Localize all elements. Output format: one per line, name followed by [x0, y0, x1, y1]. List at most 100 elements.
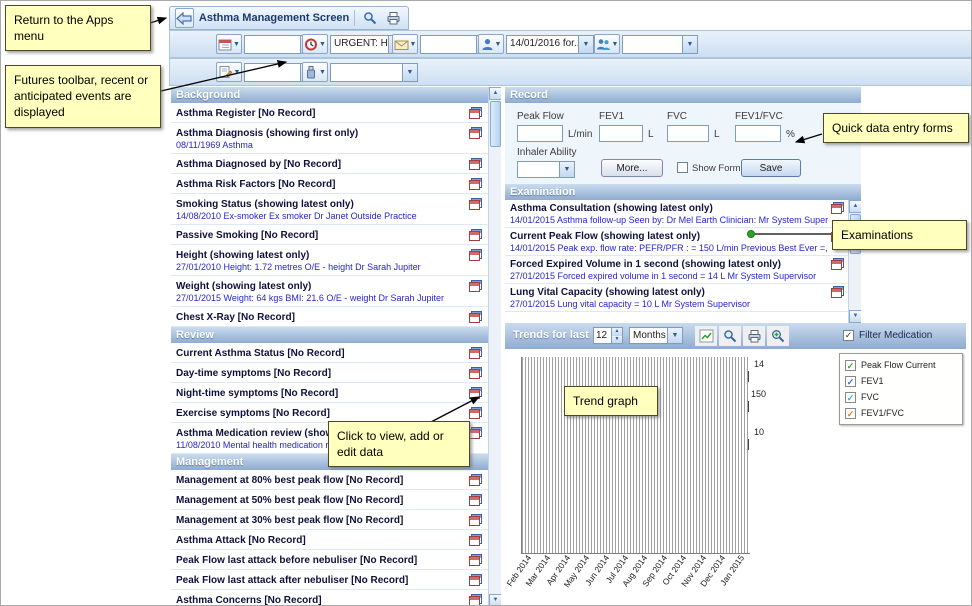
list-item[interactable]: Night-time symptoms [No Record] [171, 383, 488, 403]
view-add-edit-icon[interactable] [469, 474, 482, 486]
back-button[interactable] [175, 8, 194, 28]
view-add-edit-icon[interactable] [469, 178, 482, 190]
mail-icon[interactable]: ▼ [392, 34, 418, 54]
inhaler-ability-select[interactable]: ▼ [517, 161, 575, 178]
fvc-input[interactable] [667, 125, 709, 142]
chevron-down-icon[interactable]: ▼ [682, 36, 697, 53]
patient-appointment-combo[interactable]: 14/01/2016 for... ▼ [506, 35, 594, 54]
view-add-edit-icon[interactable] [469, 280, 482, 292]
list-item[interactable]: Current Peak Flow (showing latest only)1… [505, 228, 848, 256]
spinner-up-icon[interactable]: ▲ [612, 328, 622, 336]
chevron-down-icon[interactable]: ▼ [402, 64, 417, 81]
list-item[interactable]: Height (showing latest only)27/01/2010 H… [171, 245, 488, 276]
peak-flow-input[interactable] [517, 125, 563, 142]
view-add-edit-icon[interactable] [469, 387, 482, 399]
save-button[interactable]: Save [741, 159, 801, 177]
view-add-edit-icon[interactable] [469, 534, 482, 546]
list-item[interactable]: Current Asthma Status [No Record] [171, 343, 488, 363]
list-item[interactable]: Day-time symptoms [No Record] [171, 363, 488, 383]
peak-flow-series-checkbox[interactable]: ✓ [845, 360, 856, 371]
list-item[interactable]: Asthma Diagnosed by [No Record] [171, 154, 488, 174]
alarm-clock-icon[interactable]: ▼ [302, 34, 328, 54]
view-add-edit-icon[interactable] [469, 554, 482, 566]
medication-icon[interactable]: ▼ [302, 62, 328, 82]
printer-icon [747, 329, 762, 343]
view-add-edit-icon[interactable] [831, 202, 844, 214]
list-item[interactable]: Chest X-Ray [No Record] [171, 307, 488, 327]
list-item[interactable]: Forced Expired Volume in 1 second (showi… [505, 256, 848, 284]
chevron-down-icon[interactable]: ▼ [667, 328, 682, 343]
trend-period-spinner[interactable]: 12 ▲▼ [593, 327, 623, 344]
list-item[interactable]: Asthma Diagnosis (showing first only)08/… [171, 123, 488, 154]
fev1-input[interactable] [599, 125, 643, 142]
view-add-edit-icon[interactable] [469, 107, 482, 119]
legend-item[interactable]: ✓ FEV1/FVC [845, 405, 957, 421]
list-item[interactable]: Peak Flow last attack before nebuliser [… [171, 550, 488, 570]
patient-appointment-icon[interactable]: ▼ [478, 34, 504, 54]
more-button[interactable]: More... [601, 159, 663, 177]
show-forms-checkbox[interactable] [677, 162, 688, 173]
view-add-edit-icon[interactable] [469, 494, 482, 506]
list-item[interactable]: Asthma Register [No Record] [171, 103, 488, 123]
list-item[interactable]: Asthma Concerns [No Record] [171, 590, 488, 606]
refresh-chart-button[interactable] [695, 326, 717, 346]
filter-medication-checkbox[interactable]: ✓ [843, 330, 854, 341]
left-panel-scrollbar[interactable]: ▲ ▼ [488, 87, 501, 606]
view-add-edit-icon[interactable] [469, 594, 482, 606]
chevron-down-icon[interactable]: ▼ [578, 36, 593, 53]
list-item[interactable]: Smoking Status (showing latest only)14/0… [171, 194, 488, 225]
medication-combo[interactable]: ▼ [330, 63, 418, 82]
chevron-down-icon[interactable]: ▼ [559, 162, 574, 177]
list-item[interactable]: Management at 50% best peak flow [No Rec… [171, 490, 488, 510]
list-item[interactable]: Asthma Consultation (showing latest only… [505, 200, 848, 228]
list-item[interactable]: Asthma Risk Factors [No Record] [171, 174, 488, 194]
list-item[interactable]: Passive Smoking [No Record] [171, 225, 488, 245]
notes-icon[interactable]: ▼ [216, 62, 242, 82]
view-add-edit-icon[interactable] [469, 347, 482, 359]
view-add-edit-icon[interactable] [469, 311, 482, 323]
scrollbar-thumb[interactable] [490, 101, 501, 147]
print-chart-button[interactable] [743, 326, 765, 346]
view-add-edit-icon[interactable] [469, 574, 482, 586]
legend-item[interactable]: ✓ FVC [845, 389, 957, 405]
search-button[interactable] [360, 8, 379, 28]
view-add-edit-icon[interactable] [469, 249, 482, 261]
list-item[interactable]: Exercise symptoms [No Record] [171, 403, 488, 423]
view-add-edit-icon[interactable] [469, 514, 482, 526]
people-icon[interactable]: ▼ [594, 34, 620, 54]
view-add-edit-icon[interactable] [831, 286, 844, 298]
view-add-edit-icon[interactable] [469, 198, 482, 210]
scroll-up-icon[interactable]: ▲ [489, 87, 501, 100]
legend-item[interactable]: ✓ Peak Flow Current [845, 357, 957, 373]
fev1-fvc-input[interactable] [735, 125, 781, 142]
zoom-button[interactable] [719, 326, 741, 346]
view-add-edit-icon[interactable] [469, 229, 482, 241]
list-item[interactable]: Weight (showing latest only)27/01/2015 W… [171, 276, 488, 307]
list-item[interactable]: Management at 80% best peak flow [No Rec… [171, 470, 488, 490]
fvc-series-checkbox[interactable]: ✓ [845, 392, 856, 403]
list-item[interactable]: Lung Vital Capacity (showing latest only… [505, 284, 848, 312]
list-item[interactable]: Asthma Attack [No Record] [171, 530, 488, 550]
scroll-down-icon[interactable]: ▼ [849, 310, 861, 323]
view-add-edit-icon[interactable] [469, 127, 482, 139]
section-header-background: Background [171, 87, 488, 103]
view-add-edit-icon[interactable] [469, 158, 482, 170]
scroll-up-icon[interactable]: ▲ [849, 200, 861, 213]
chevron-down-icon: ▼ [495, 41, 502, 48]
spinner-down-icon[interactable]: ▼ [612, 336, 622, 344]
view-add-edit-icon[interactable] [469, 407, 482, 419]
examination-scrollbar[interactable]: ▲ ▼ [848, 200, 861, 323]
calendar-icon[interactable]: ▼ [216, 34, 242, 54]
trend-unit-select[interactable]: Months ▼ [629, 327, 683, 344]
list-item[interactable]: Management at 30% best peak flow [No Rec… [171, 510, 488, 530]
legend-item[interactable]: ✓ FEV1 [845, 373, 957, 389]
view-add-edit-icon[interactable] [469, 427, 482, 439]
staff-combo[interactable]: ▼ [622, 35, 698, 54]
print-button[interactable] [384, 8, 403, 28]
view-add-edit-icon[interactable] [831, 258, 844, 270]
view-add-edit-icon[interactable] [469, 367, 482, 379]
zoom-in-button[interactable] [767, 326, 789, 346]
fev1-series-checkbox[interactable]: ✓ [845, 376, 856, 387]
fev1-fvc-series-checkbox[interactable]: ✓ [845, 408, 856, 419]
list-item[interactable]: Peak Flow last attack after nebuliser [N… [171, 570, 488, 590]
